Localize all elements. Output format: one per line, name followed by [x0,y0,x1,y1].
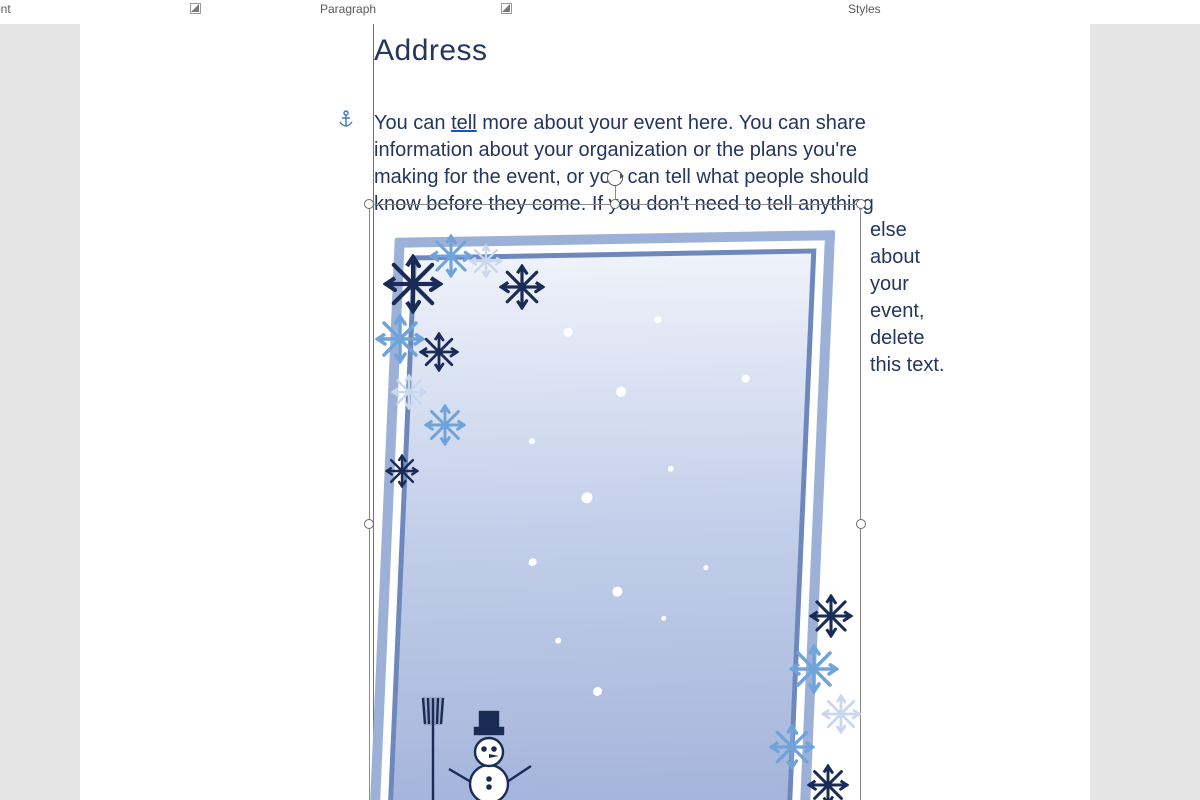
snow-dot [742,375,750,383]
resize-handle-tl[interactable] [364,199,374,209]
ribbon-group-styles: Styles [848,2,881,16]
snow-dot [581,492,592,503]
snowflake-icon [821,694,861,734]
snowman-icon [419,684,549,800]
snow-dot [612,587,622,597]
ribbon-group-font-label: ont [0,2,11,16]
workspace-gutter-right [1090,24,1200,800]
ribbon-group-styles-label: Styles [848,2,881,16]
snowflake-icon [375,314,425,364]
resize-handle-mr[interactable] [856,519,866,529]
snowflake-icon [424,404,466,446]
snowflake-icon [391,374,427,410]
body-text-spellflag: tell [451,112,477,134]
paragraph-dialog-launcher[interactable] [501,3,512,14]
snowflake-icon [385,454,419,488]
ribbon-group-paragraph: Paragraph [320,2,376,16]
winter-frame-picture[interactable] [369,204,861,800]
object-anchor-icon[interactable] [338,110,354,135]
resize-handle-ml[interactable] [364,519,374,529]
ribbon-group-strip: ont Paragraph Styles [0,0,1200,25]
snowflake-icon [419,332,459,372]
snow-dot [528,558,536,566]
snow-dot [529,438,535,444]
ribbon-group-font: ont [0,2,11,16]
snow-dot [616,387,626,397]
document-page[interactable]: Address You can tell more about your eve… [80,24,1090,800]
snow-dot [555,638,561,644]
rotation-handle[interactable] [607,170,623,186]
resize-handle-tm[interactable] [610,199,620,209]
snowflake-icon [499,264,545,310]
snow-dot [668,466,674,472]
font-dialog-launcher[interactable] [190,3,201,14]
snowflake-icon [807,764,849,800]
snowflake-icon [789,644,839,694]
body-paragraph[interactable]: You can tell more about your event here.… [374,110,904,218]
snowflake-icon [809,594,853,638]
snow-dot [593,687,602,696]
snowflake-icon [429,234,473,278]
snowflake-icon [469,244,503,278]
heading-address[interactable]: Address [374,34,488,68]
snow-dot [654,316,661,323]
body-text-pre: You can [374,112,451,134]
body-paragraph-wrapped[interactable]: else about your event, delete this text. [870,217,950,379]
snow-dot [563,328,572,337]
resize-handle-tr[interactable] [856,199,866,209]
snow-dot [703,565,708,570]
ribbon-group-paragraph-label: Paragraph [320,2,376,16]
snow-dot [661,616,666,621]
workspace-gutter-left [0,24,80,800]
